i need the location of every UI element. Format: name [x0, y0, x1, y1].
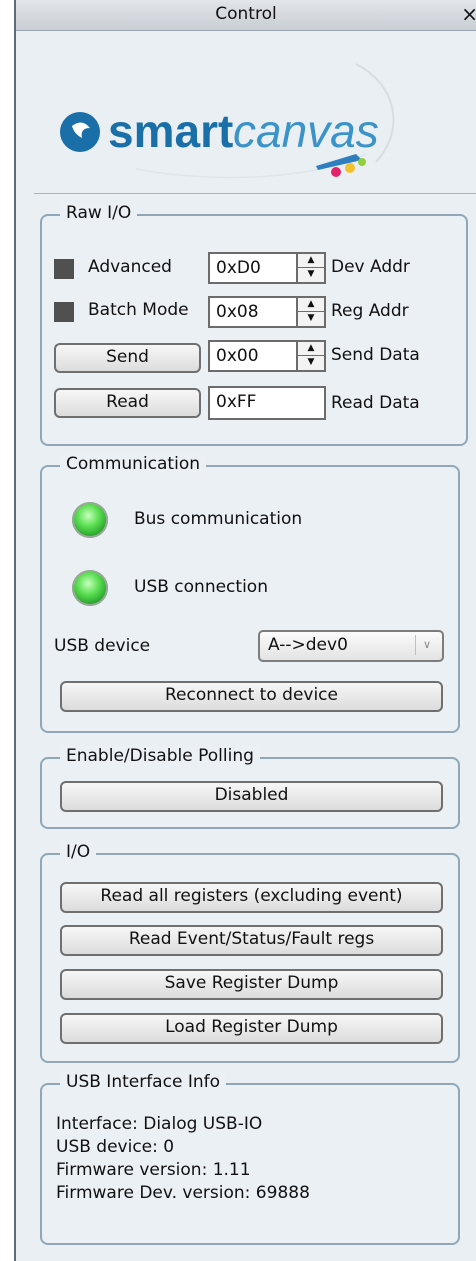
spin-up-icon[interactable]: ▲ — [298, 254, 324, 268]
send-button[interactable]: Send — [54, 343, 201, 373]
reg-addr-input[interactable]: 0x08 — [208, 296, 298, 328]
batch-mode-label: Batch Mode — [88, 300, 189, 320]
usb-device-label: USB device — [54, 636, 151, 656]
bus-status-led-icon — [72, 502, 108, 538]
logo-divider — [34, 193, 476, 194]
communication-legend: Communication — [60, 454, 206, 474]
reconnect-button[interactable]: Reconnect to device — [60, 681, 443, 712]
usb-info-legend: USB Interface Info — [60, 1072, 226, 1092]
usb-info-firmware-dev: Firmware Dev. version: 69888 — [56, 1183, 310, 1203]
advanced-label: Advanced — [88, 257, 172, 277]
dev-addr-spinner[interactable]: ▲ ▼ — [296, 252, 326, 284]
raw-io-legend: Raw I/O — [60, 203, 138, 223]
close-icon[interactable]: × — [461, 2, 476, 26]
usb-device-select[interactable]: A-->dev0 ∨ — [258, 630, 444, 662]
spin-down-icon[interactable]: ▼ — [298, 268, 324, 281]
save-register-dump-button[interactable]: Save Register Dump — [60, 969, 443, 1000]
load-register-dump-button[interactable]: Load Register Dump — [60, 1013, 443, 1044]
batch-mode-checkbox[interactable] — [54, 302, 74, 322]
read-event-status-button[interactable]: Read Event/Status/Fault regs — [60, 925, 443, 956]
usb-status-led-icon — [72, 570, 108, 606]
read-data-output: 0xFF — [208, 386, 326, 420]
svg-text:canvas: canvas — [233, 105, 379, 157]
read-button[interactable]: Read — [54, 388, 201, 418]
dev-addr-label: Dev Addr — [331, 257, 410, 277]
window-title: Control — [215, 4, 277, 24]
polling-toggle-button[interactable]: Disabled — [60, 781, 443, 812]
send-data-input[interactable]: 0x00 — [208, 340, 298, 372]
svg-text:smart: smart — [108, 105, 233, 157]
spin-up-icon[interactable]: ▲ — [298, 298, 324, 312]
send-data-spinner[interactable]: ▲ ▼ — [296, 340, 326, 372]
spin-down-icon[interactable]: ▼ — [298, 312, 324, 325]
window-edge — [0, 0, 16, 1261]
bus-communication-label: Bus communication — [134, 509, 303, 529]
read-data-label: Read Data — [331, 393, 420, 413]
polling-legend: Enable/Disable Polling — [60, 746, 260, 766]
spin-up-icon[interactable]: ▲ — [298, 342, 324, 356]
reg-addr-spinner[interactable]: ▲ ▼ — [296, 296, 326, 328]
advanced-checkbox[interactable] — [54, 259, 74, 279]
chevron-down-icon[interactable]: ∨ — [415, 635, 438, 655]
smartcanvas-logo: smart canvas — [16, 34, 476, 192]
usb-info-firmware: Firmware version: 1.11 — [56, 1160, 251, 1180]
spin-down-icon[interactable]: ▼ — [298, 356, 324, 369]
usb-device-value: A-->dev0 — [268, 635, 348, 655]
reg-addr-label: Reg Addr — [331, 301, 409, 321]
dev-addr-input[interactable]: 0xD0 — [208, 252, 298, 284]
usb-connection-label: USB connection — [134, 577, 268, 597]
usb-info-device: USB device: 0 — [56, 1137, 175, 1157]
usb-info-interface: Interface: Dialog USB-IO — [56, 1114, 263, 1134]
send-data-label: Send Data — [331, 345, 420, 365]
title-bar: Control × — [16, 0, 476, 31]
io-legend: I/O — [60, 842, 97, 862]
read-all-registers-button[interactable]: Read all registers (excluding event) — [60, 882, 443, 913]
